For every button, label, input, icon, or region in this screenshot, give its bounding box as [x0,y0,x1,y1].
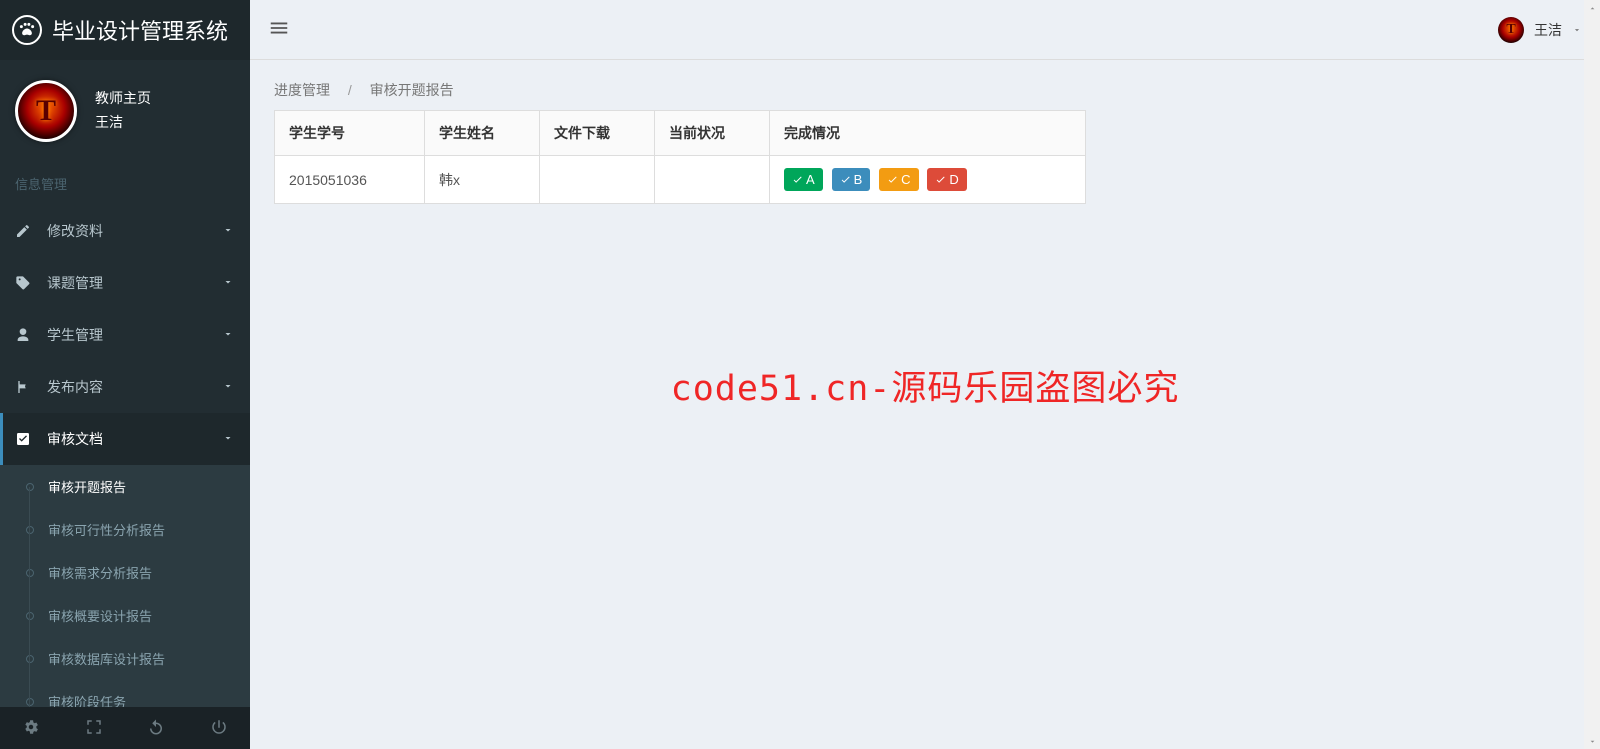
main-area: T 王洁 进度管理 / 审核开题报告 学生学号 学生姓名 文件下载 当前状况 完… [250,0,1600,749]
grade-button-b[interactable]: B [832,168,871,191]
check-icon [792,174,803,185]
submenu-review-docs: 审核开题报告 审核可行性分析报告 审核需求分析报告 审核概要设计报告 审核数据库… [0,465,250,723]
menu-label: 修改资料 [47,221,103,241]
chevron-down-icon [222,223,234,239]
refresh-icon[interactable] [147,718,165,739]
check-icon [935,174,946,185]
scrollbar[interactable] [1584,0,1600,749]
avatar: T [15,80,77,142]
menu-label: 学生管理 [47,325,103,345]
menu-student-manage[interactable]: 学生管理 [0,309,250,361]
cell-status [655,156,770,204]
cell-download [540,156,655,204]
menu-modify-profile[interactable]: 修改资料 [0,205,250,257]
fullscreen-icon[interactable] [85,718,103,739]
breadcrumb-sep: / [348,82,352,98]
breadcrumb: 进度管理 / 审核开题报告 [250,60,1600,110]
col-current-status: 当前状况 [655,111,770,156]
paw-icon [12,15,42,45]
edit-icon [15,223,33,239]
menu-publish-content[interactable]: 发布内容 [0,361,250,413]
sub-review-feasibility[interactable]: 审核可行性分析报告 [0,508,250,551]
sub-review-requirements[interactable]: 审核需求分析报告 [0,551,250,594]
menu-section-header: 信息管理 [0,162,250,205]
chevron-down-icon [222,431,234,447]
menu-topic-manage[interactable]: 课题管理 [0,257,250,309]
sidebar: 毕业设计管理系统 T 教师主页 王洁 信息管理 修改资料 课题管理 学生管理 发… [0,0,250,749]
chevron-down-icon [222,327,234,343]
chevron-down-icon [222,379,234,395]
scroll-down-icon[interactable] [1584,733,1600,749]
review-table: 学生学号 学生姓名 文件下载 当前状况 完成情况 2015051036 韩x [274,110,1086,204]
avatar-small: T [1498,17,1524,43]
col-student-name: 学生姓名 [425,111,540,156]
sub-review-opening[interactable]: 审核开题报告 [0,465,250,508]
table-row: 2015051036 韩x A B [275,156,1086,204]
tag-icon [15,275,33,291]
app-logo-bar: 毕业设计管理系统 [0,0,250,60]
sidebar-footer [0,707,250,749]
user-icon [15,327,33,343]
flag-icon [15,379,33,395]
scroll-up-icon[interactable] [1584,0,1600,16]
app-title: 毕业设计管理系统 [52,14,228,46]
sub-review-database[interactable]: 审核数据库设计报告 [0,637,250,680]
gear-icon[interactable] [22,718,40,739]
hamburger-icon[interactable] [268,17,290,42]
user-role: 教师主页 [95,87,151,111]
menu-label: 审核文档 [47,429,103,449]
topbar-username: 王洁 [1534,20,1562,40]
chevron-down-icon [1572,22,1582,38]
table-header-row: 学生学号 学生姓名 文件下载 当前状况 完成情况 [275,111,1086,156]
menu-label: 发布内容 [47,377,103,397]
col-student-id: 学生学号 [275,111,425,156]
grade-button-d[interactable]: D [927,168,966,191]
sub-review-outline[interactable]: 审核概要设计报告 [0,594,250,637]
col-completion: 完成情况 [770,111,1086,156]
user-name: 王洁 [95,111,151,135]
cell-student-name: 韩x [425,156,540,204]
user-panel: T 教师主页 王洁 [0,60,250,162]
watermark-text: code51.cn-源码乐园盗图必究 [671,360,1180,411]
topbar-user[interactable]: T 王洁 [1498,17,1582,43]
cell-student-id: 2015051036 [275,156,425,204]
check-icon [887,174,898,185]
power-icon[interactable] [210,718,228,739]
check-icon [840,174,851,185]
grade-button-a[interactable]: A [784,168,823,191]
col-file-download: 文件下载 [540,111,655,156]
chevron-down-icon [222,275,234,291]
menu-review-docs[interactable]: 审核文档 [0,413,250,465]
grade-button-c[interactable]: C [879,168,918,191]
topbar: T 王洁 [250,0,1600,60]
breadcrumb-l1[interactable]: 进度管理 [274,82,330,98]
menu-label: 课题管理 [47,273,103,293]
check-square-icon [15,431,33,447]
cell-completion: A B C D [770,156,1086,204]
breadcrumb-l2: 审核开题报告 [370,82,454,98]
